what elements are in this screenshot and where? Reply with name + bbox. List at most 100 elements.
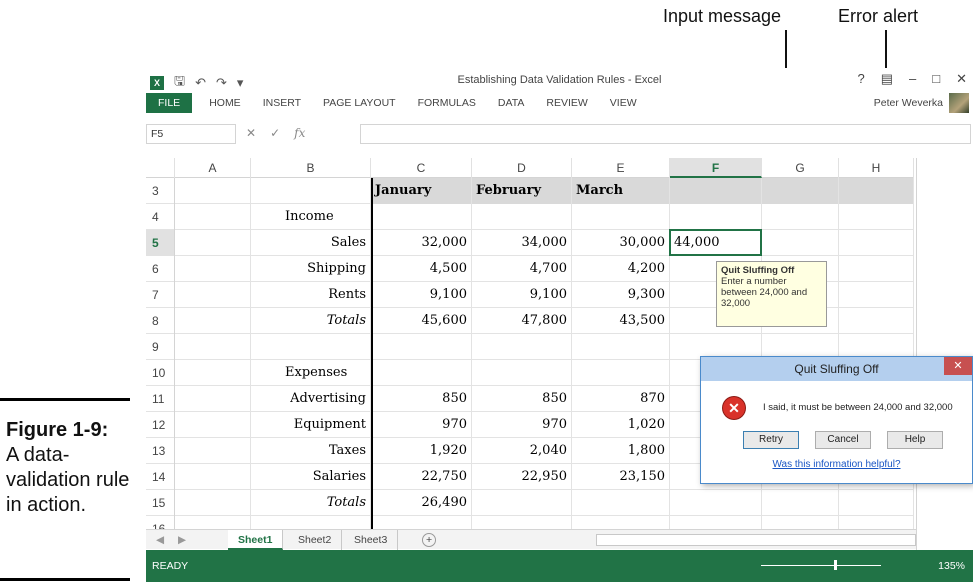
cell-a5[interactable] bbox=[175, 230, 251, 256]
select-all-corner[interactable] bbox=[146, 158, 175, 178]
cell-b4[interactable]: Income bbox=[251, 204, 371, 230]
cell-c4[interactable] bbox=[371, 204, 472, 230]
cell-c11[interactable]: 850 bbox=[371, 386, 472, 412]
cell-e10[interactable] bbox=[572, 360, 670, 386]
cell-b9[interactable] bbox=[251, 334, 371, 360]
cell-e7[interactable]: 9,300 bbox=[572, 282, 670, 308]
tab-file[interactable]: FILE bbox=[146, 93, 193, 113]
cell-b11[interactable]: Advertising bbox=[251, 386, 371, 412]
column-header-a[interactable]: A bbox=[175, 158, 251, 178]
cell-e9[interactable] bbox=[572, 334, 670, 360]
cell-h3[interactable] bbox=[839, 178, 914, 204]
row-header[interactable]: 10 bbox=[146, 360, 175, 386]
cell-f15[interactable] bbox=[670, 490, 762, 516]
tab-data[interactable]: DATA bbox=[487, 97, 535, 109]
tab-view[interactable]: VIEW bbox=[599, 97, 648, 109]
name-box[interactable]: F5 bbox=[146, 124, 236, 144]
cell-e15[interactable] bbox=[572, 490, 670, 516]
cell-e12[interactable]: 1,020 bbox=[572, 412, 670, 438]
cell-b7[interactable]: Rents bbox=[251, 282, 371, 308]
zoom-slider-handle[interactable] bbox=[834, 560, 837, 570]
cell-d7[interactable]: 9,100 bbox=[472, 282, 572, 308]
retry-button[interactable]: Retry bbox=[743, 431, 799, 449]
column-header-f[interactable]: F bbox=[670, 158, 762, 178]
cell-e8[interactable]: 43,500 bbox=[572, 308, 670, 334]
zoom-level[interactable]: 135% bbox=[938, 560, 965, 572]
cell-a12[interactable] bbox=[175, 412, 251, 438]
cell-e13[interactable]: 1,800 bbox=[572, 438, 670, 464]
enter-entry-icon[interactable]: ✓ bbox=[270, 126, 280, 140]
cell-d6[interactable]: 4,700 bbox=[472, 256, 572, 282]
column-header-c[interactable]: C bbox=[371, 158, 472, 178]
scroll-tabs-right-icon[interactable]: ▶ bbox=[168, 530, 196, 550]
cell-g15[interactable] bbox=[762, 490, 839, 516]
cell-h8[interactable] bbox=[839, 308, 914, 334]
cell-b12[interactable]: Equipment bbox=[251, 412, 371, 438]
help-button[interactable]: ? bbox=[857, 71, 864, 87]
cell-d8[interactable]: 47,800 bbox=[472, 308, 572, 334]
minimize-button[interactable]: – bbox=[909, 71, 916, 87]
row-header[interactable]: 8 bbox=[146, 308, 175, 334]
cell-f3[interactable] bbox=[670, 178, 762, 204]
row-header[interactable]: 11 bbox=[146, 386, 175, 412]
cell-a11[interactable] bbox=[175, 386, 251, 412]
cell-d9[interactable] bbox=[472, 334, 572, 360]
cell-c10[interactable] bbox=[371, 360, 472, 386]
horizontal-scrollbar[interactable] bbox=[596, 534, 916, 546]
cell-b10[interactable]: Expenses bbox=[251, 360, 371, 386]
cell-a6[interactable] bbox=[175, 256, 251, 282]
cell-e4[interactable] bbox=[572, 204, 670, 230]
cell-a15[interactable] bbox=[175, 490, 251, 516]
cell-d11[interactable]: 850 bbox=[472, 386, 572, 412]
maximize-button[interactable]: □ bbox=[932, 71, 940, 87]
cell-c9[interactable] bbox=[371, 334, 472, 360]
close-button[interactable]: ✕ bbox=[956, 71, 967, 87]
cell-d13[interactable]: 2,040 bbox=[472, 438, 572, 464]
cell-g3[interactable] bbox=[762, 178, 839, 204]
cell-d15[interactable] bbox=[472, 490, 572, 516]
cell-h7[interactable] bbox=[839, 282, 914, 308]
cell-c8[interactable]: 45,600 bbox=[371, 308, 472, 334]
cell-g4[interactable] bbox=[762, 204, 839, 230]
cell-e5[interactable]: 30,000 bbox=[572, 230, 670, 256]
column-header-g[interactable]: G bbox=[762, 158, 839, 178]
row-header[interactable]: 5 bbox=[146, 230, 175, 256]
row-header[interactable]: 7 bbox=[146, 282, 175, 308]
cell-d5[interactable]: 34,000 bbox=[472, 230, 572, 256]
cell-a14[interactable] bbox=[175, 464, 251, 490]
cell-c3[interactable]: January bbox=[371, 178, 472, 204]
cell-c7[interactable]: 9,100 bbox=[371, 282, 472, 308]
cell-d14[interactable]: 22,950 bbox=[472, 464, 572, 490]
zoom-slider[interactable] bbox=[761, 565, 881, 566]
user-name[interactable]: Peter Weverka bbox=[874, 97, 943, 109]
sheet-tab-sheet3[interactable]: Sheet3 bbox=[344, 530, 399, 550]
sheet-tab-sheet2[interactable]: Sheet2 bbox=[288, 530, 343, 550]
cell-e11[interactable]: 870 bbox=[572, 386, 670, 412]
cell-b5[interactable]: Sales bbox=[251, 230, 371, 256]
cell-e14[interactable]: 23,150 bbox=[572, 464, 670, 490]
cell-b3[interactable] bbox=[251, 178, 371, 204]
tab-home[interactable]: HOME bbox=[198, 97, 252, 109]
cell-g5[interactable] bbox=[762, 230, 839, 256]
avatar[interactable] bbox=[949, 93, 969, 113]
cell-a10[interactable] bbox=[175, 360, 251, 386]
formula-input[interactable] bbox=[360, 124, 971, 144]
column-header-e[interactable]: E bbox=[572, 158, 670, 178]
row-header[interactable]: 4 bbox=[146, 204, 175, 230]
cell-b13[interactable]: Taxes bbox=[251, 438, 371, 464]
cell-c12[interactable]: 970 bbox=[371, 412, 472, 438]
tab-review[interactable]: REVIEW bbox=[535, 97, 598, 109]
row-header[interactable]: 12 bbox=[146, 412, 175, 438]
cell-b8[interactable]: Totals bbox=[251, 308, 371, 334]
cancel-button[interactable]: Cancel bbox=[815, 431, 871, 449]
cell-a4[interactable] bbox=[175, 204, 251, 230]
cell-a9[interactable] bbox=[175, 334, 251, 360]
cell-h4[interactable] bbox=[839, 204, 914, 230]
tab-insert[interactable]: INSERT bbox=[252, 97, 312, 109]
cell-a8[interactable] bbox=[175, 308, 251, 334]
cell-a13[interactable] bbox=[175, 438, 251, 464]
row-header[interactable]: 9 bbox=[146, 334, 175, 360]
column-header-d[interactable]: D bbox=[472, 158, 572, 178]
column-header-h[interactable]: H bbox=[839, 158, 914, 178]
cell-d4[interactable] bbox=[472, 204, 572, 230]
